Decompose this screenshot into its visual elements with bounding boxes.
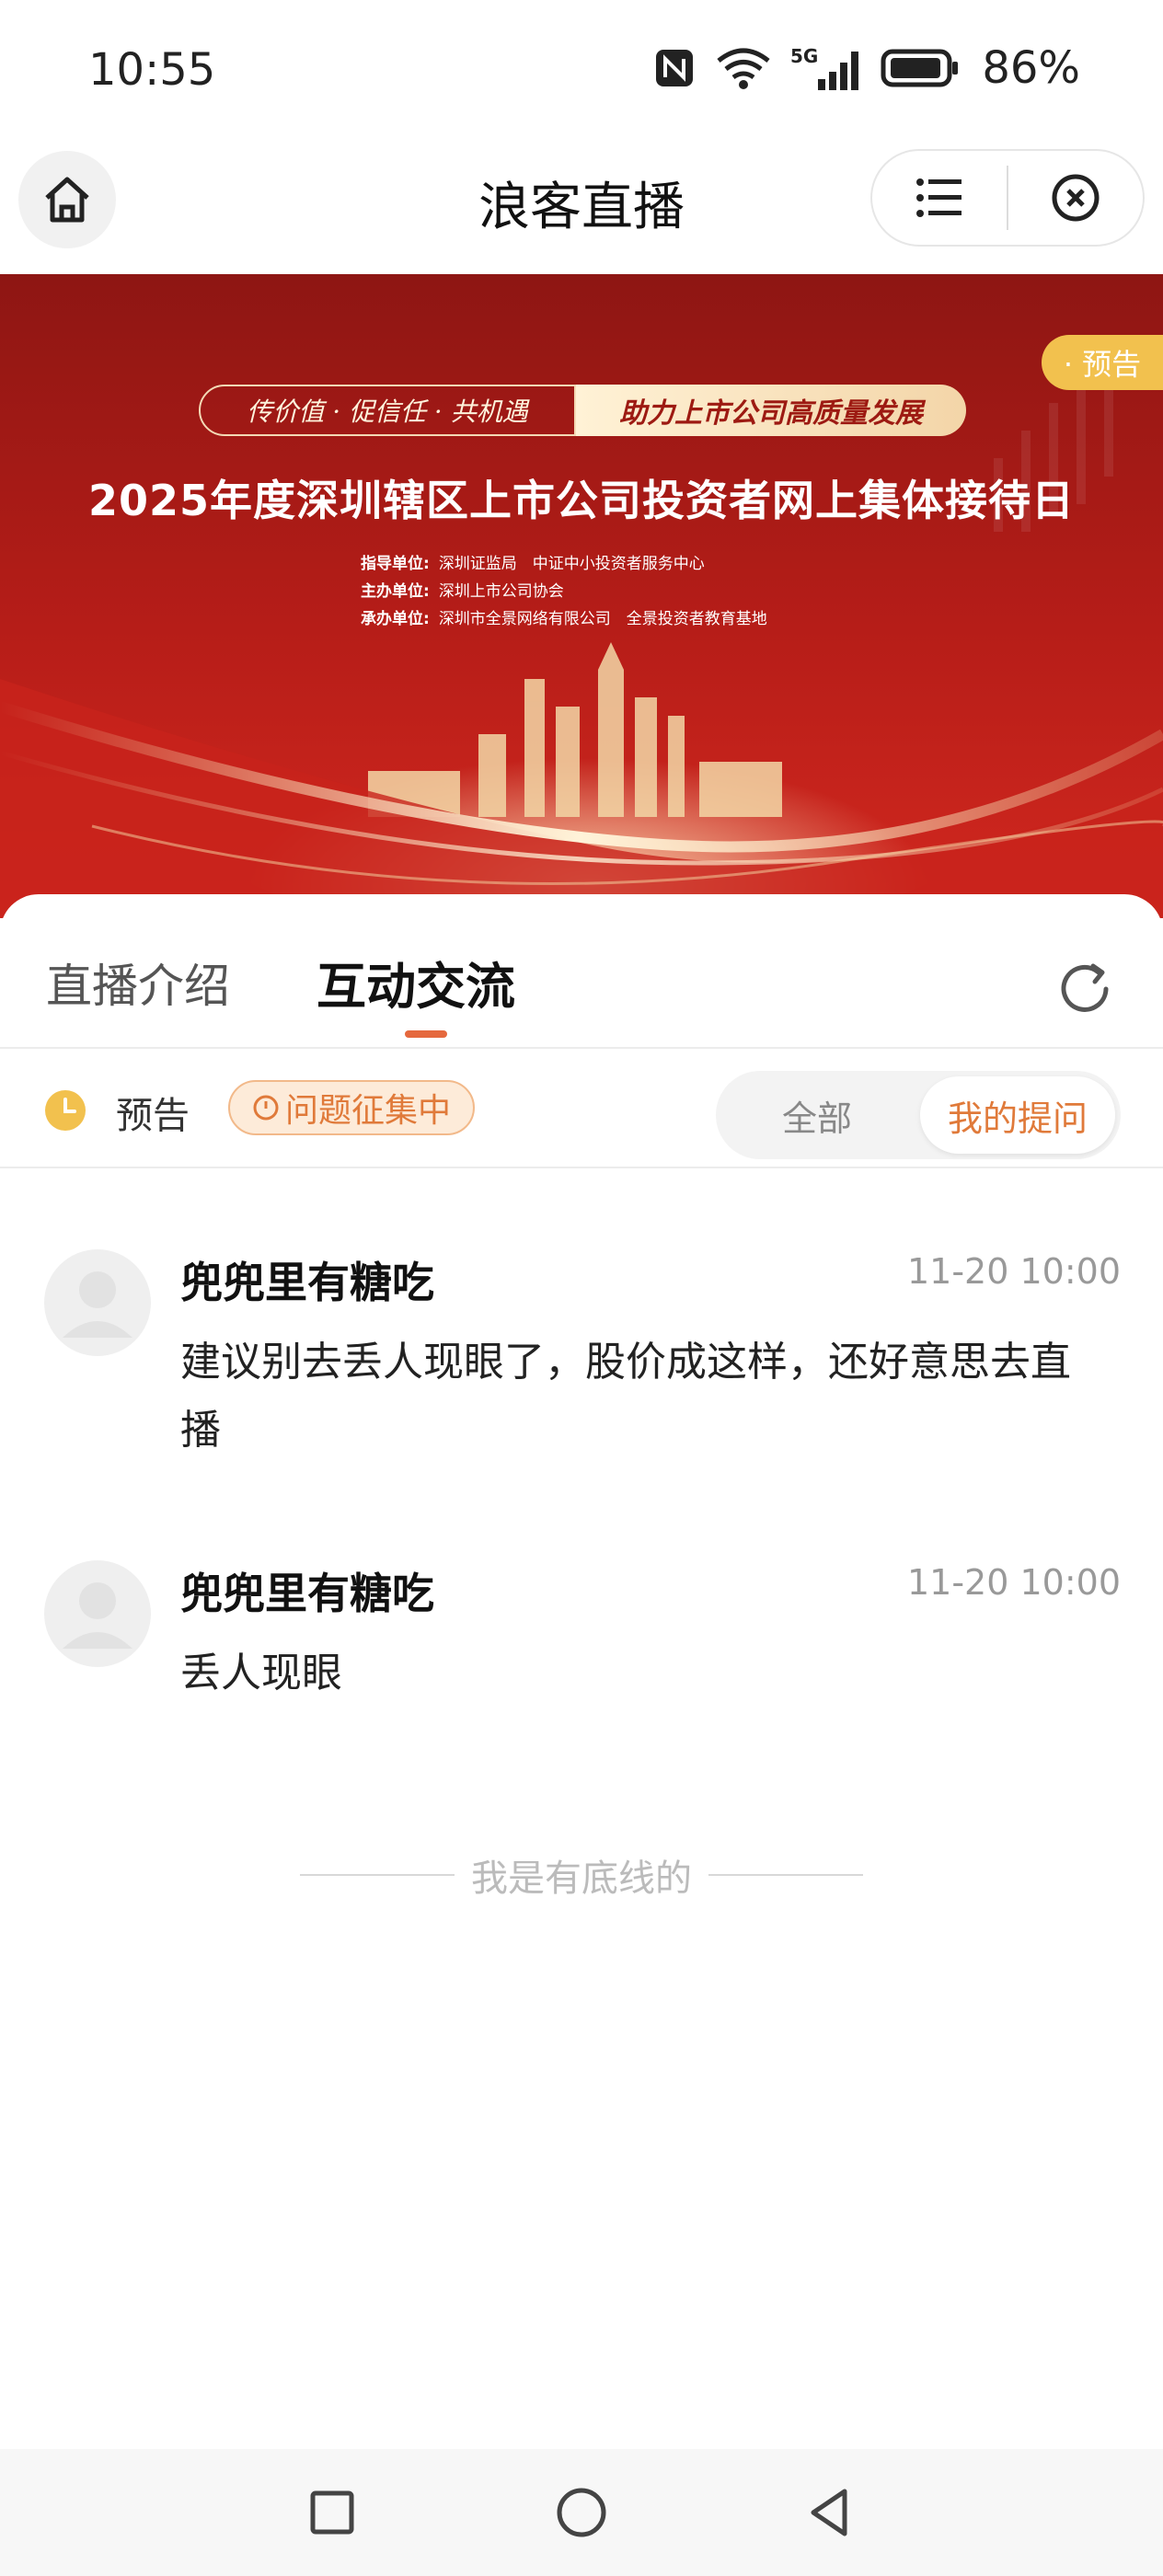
end-of-list-text: 我是有底线的 — [471, 1857, 692, 1900]
segment-all[interactable]: 全部 — [716, 1071, 918, 1159]
organizer-key: 主办单位: — [361, 582, 430, 601]
status-icons: 5G 86% — [652, 39, 1080, 98]
nfc-icon — [656, 50, 694, 86]
avatar[interactable] — [44, 1249, 151, 1356]
banner-organizers: 指导单位: 深圳证监局 中证中小投资者服务中心 主办单位: 深圳上市公司协会 承办单… — [361, 550, 767, 633]
comment-time: 11-20 10:00 — [906, 1562, 1121, 1603]
status-bar: 10:55 5G 86% — [0, 0, 1163, 138]
default-avatar-icon — [63, 1582, 132, 1649]
organizer-row: 承办单位: 深圳市全景网络有限公司 全景投资者教育基地 — [361, 605, 767, 633]
comment-time: 11-20 10:00 — [906, 1251, 1121, 1292]
status-time: 10:55 — [88, 44, 216, 96]
organizer-row: 指导单位: 深圳证监局 中证中小投资者服务中心 — [361, 550, 767, 578]
organizer-value: 深圳证监局 中证中小投资者服务中心 — [438, 555, 705, 573]
system-nav-bar — [0, 2449, 1163, 2576]
organizer-value: 深圳上市公司协会 — [438, 582, 564, 601]
comment-username: 兜兜里有糖吃 — [180, 1258, 434, 1307]
menu-list-icon — [916, 178, 961, 217]
tab-interaction[interactable]: 互动交流 — [317, 946, 515, 1018]
comment-text: 建议别去丢人现眼了，股价成这样，还好意思去直播 — [180, 1339, 1071, 1454]
mini-program-capsule — [870, 149, 1145, 247]
tab-bar: 直播介绍 互动交流 — [0, 894, 1163, 1049]
organizer-key: 指导单位: — [361, 555, 430, 573]
banner-title: 2025年度深圳辖区上市公司投资者网上集体接待日 — [87, 476, 1076, 525]
active-tab-indicator — [405, 1030, 447, 1038]
header: 浪客直播 — [0, 138, 1163, 274]
battery-icon — [881, 49, 959, 87]
list-item: 兜兜里有糖吃 11-20 10:00 建议别去丢人现眼了，股价成这样，还好意思去… — [0, 1249, 1163, 1470]
banner-slogan-left: 传价值 · 促信任 · 共机遇 — [199, 385, 576, 436]
question-collecting-badge: 问题征集中 — [228, 1080, 475, 1135]
close-circle-icon — [1052, 174, 1100, 222]
live-status: 预告 — [116, 1095, 190, 1137]
comment-text: 丢人现眼 — [180, 1650, 342, 1696]
preview-badge: · 预告 — [1042, 335, 1163, 390]
list-item: 兜兜里有糖吃 11-20 10:00 丢人现眼 — [0, 1560, 1163, 1726]
tab-live-intro[interactable]: 直播介绍 — [46, 949, 230, 1016]
live-banner[interactable]: 传价值 · 促信任 · 共机遇 助力上市公司高质量发展 2025年度深圳辖区上市… — [0, 274, 1163, 918]
battery-percent: 86% — [982, 42, 1080, 94]
comment-username: 兜兜里有糖吃 — [180, 1569, 434, 1618]
divider — [300, 1874, 455, 1876]
home-circle-icon[interactable] — [549, 2480, 614, 2545]
question-filter-segment: 全部 我的提问 — [716, 1071, 1121, 1159]
back-triangle-icon[interactable] — [797, 2480, 861, 2545]
collect-text: 问题征集中 — [284, 1092, 451, 1130]
end-of-list: 我是有底线的 — [0, 1847, 1163, 1903]
signal-5g-icon: 5G — [790, 45, 859, 90]
organizer-row: 主办单位: 深圳上市公司协会 — [361, 578, 767, 605]
organizer-value: 深圳市全景网络有限公司 全景投资者教育基地 — [438, 610, 767, 628]
avatar[interactable] — [44, 1560, 151, 1667]
organizer-key: 承办单位: — [361, 610, 430, 628]
recent-apps-icon[interactable] — [300, 2480, 364, 2545]
timer-icon — [253, 1095, 279, 1121]
svg-text:5G: 5G — [790, 45, 818, 67]
wifi-icon — [717, 48, 770, 89]
default-avatar-icon — [63, 1271, 132, 1338]
filter-bar: 预告 问题征集中 全部 我的提问 — [0, 1049, 1163, 1168]
close-button[interactable] — [1008, 151, 1143, 245]
banner-slogan-right: 助力上市公司高质量发展 — [576, 385, 966, 436]
segment-my-questions[interactable]: 我的提问 — [920, 1076, 1115, 1154]
refresh-icon[interactable] — [1053, 957, 1117, 1021]
clock-icon — [45, 1090, 86, 1131]
content-sheet: 直播介绍 互动交流 预告 问题征集中 全部 我的提问 兜兜里有糖吃 11-20 … — [0, 894, 1163, 2449]
divider — [708, 1874, 863, 1876]
menu-button[interactable] — [872, 151, 1007, 245]
